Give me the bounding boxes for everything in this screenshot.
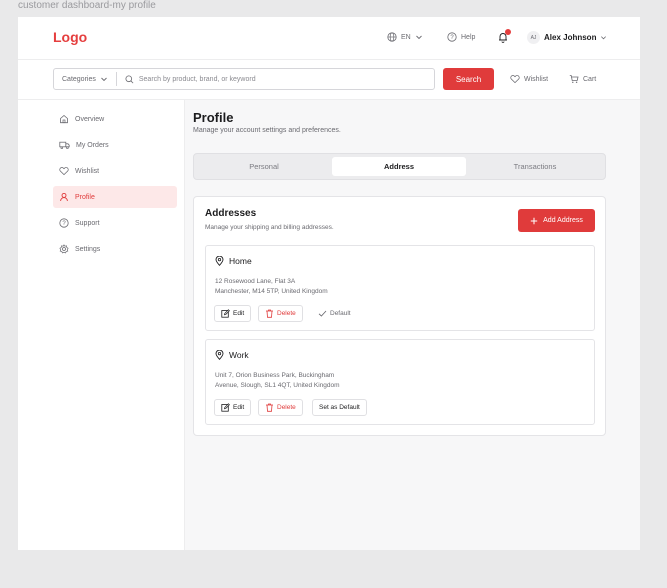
search-button[interactable]: Search xyxy=(443,68,494,90)
sidebar-item-profile[interactable]: Profile xyxy=(53,186,177,208)
address-card-home: Home 12 Rosewood Lane, Flat 3A Mancheste… xyxy=(205,245,595,331)
plus-icon xyxy=(530,217,538,225)
search-icon xyxy=(125,74,134,84)
help-link[interactable]: ? Help xyxy=(447,32,475,42)
address-line-2: Manchester, M14 5TP, United Kingdom xyxy=(215,288,328,295)
main-content: Profile Manage your account settings and… xyxy=(185,100,640,550)
frame-caption: customer dashboard-my profile xyxy=(18,0,156,11)
avatar: AJ xyxy=(527,31,540,44)
help-label: Help xyxy=(461,33,476,41)
sidebar-item-label: Profile xyxy=(75,193,95,201)
logo[interactable]: Logo xyxy=(53,29,87,45)
trash-icon xyxy=(265,309,274,318)
addresses-subtitle: Manage your shipping and billing address… xyxy=(205,224,334,231)
address-line-1: Unit 7, Orion Business Park, Buckingham xyxy=(215,372,335,379)
add-address-button[interactable]: Add Address xyxy=(518,209,595,232)
user-name: Alex Johnson xyxy=(544,33,597,42)
truck-icon xyxy=(59,140,70,150)
trash-icon xyxy=(265,403,274,412)
help-circle-icon: ? xyxy=(447,32,457,42)
sidebar-item-label: Settings xyxy=(75,245,101,253)
globe-icon xyxy=(387,32,397,42)
sidebar-item-overview[interactable]: Overview xyxy=(53,108,177,130)
add-address-label: Add Address xyxy=(543,217,583,224)
svg-text:?: ? xyxy=(450,35,454,41)
categories-label: Categories xyxy=(62,75,96,83)
search-placeholder: Search by product, brand, or keyword xyxy=(138,75,256,83)
cart-label: Cart xyxy=(583,75,597,83)
page-subtitle: Manage your account settings and prefere… xyxy=(193,127,341,134)
heart-icon xyxy=(59,166,69,176)
address-name: Home xyxy=(215,256,252,266)
sidebar-item-settings[interactable]: Settings xyxy=(53,238,177,260)
sidebar-item-wishlist[interactable]: Wishlist xyxy=(53,160,177,182)
heart-icon xyxy=(510,74,520,84)
address-line-2: Avenue, Slough, SL1 4QT, United Kingdom xyxy=(215,382,340,389)
dashboard-frame: Logo EN ? Help AJ Alex Johnson Categorie… xyxy=(18,17,640,550)
default-status: Default xyxy=(312,305,357,322)
delete-button[interactable]: Delete xyxy=(258,305,303,322)
search-bar: Categories Search by product, brand, or … xyxy=(53,68,435,90)
home-icon xyxy=(59,114,69,124)
address-name: Work xyxy=(215,350,249,360)
edit-label: Edit xyxy=(233,404,245,411)
address-card-work: Work Unit 7, Orion Business Park, Buckin… xyxy=(205,339,595,425)
search-row: Categories Search by product, brand, or … xyxy=(18,60,640,100)
page-title: Profile xyxy=(193,110,234,125)
user-icon xyxy=(59,192,69,202)
sidebar-item-label: Support xyxy=(75,219,100,227)
check-icon xyxy=(318,309,327,318)
addresses-title: Addresses xyxy=(205,208,257,219)
edit-button[interactable]: Edit xyxy=(214,399,252,416)
svg-text:?: ? xyxy=(62,221,66,227)
edit-button[interactable]: Edit xyxy=(214,305,252,322)
edit-icon xyxy=(221,403,230,412)
default-label: Default xyxy=(330,310,351,317)
cart-icon xyxy=(569,74,579,84)
address-name-label: Home xyxy=(229,256,252,266)
user-menu[interactable]: AJ Alex Johnson xyxy=(527,31,607,44)
search-input[interactable]: Search by product, brand, or keyword xyxy=(117,74,434,84)
wishlist-link[interactable]: Wishlist xyxy=(510,74,548,84)
address-name-label: Work xyxy=(229,350,249,360)
categories-dropdown[interactable]: Categories xyxy=(54,72,117,86)
sidebar: Overview My Orders Wishlist Profile ? Su… xyxy=(18,100,185,550)
set-default-button[interactable]: Set as Default xyxy=(312,399,367,416)
delete-label: Delete xyxy=(277,404,296,411)
sidebar-item-label: My Orders xyxy=(76,141,109,149)
sidebar-item-label: Overview xyxy=(75,115,105,123)
cart-link[interactable]: Cart xyxy=(569,74,596,84)
tab-transactions[interactable]: Transactions xyxy=(468,157,602,176)
sidebar-item-label: Wishlist xyxy=(75,167,100,175)
location-pin-icon xyxy=(215,350,224,360)
wishlist-label: Wishlist xyxy=(524,75,549,83)
chevron-down-icon xyxy=(600,34,607,41)
help-circle-icon: ? xyxy=(59,218,69,228)
chevron-down-icon xyxy=(415,33,423,41)
delete-label: Delete xyxy=(277,310,296,317)
chevron-down-icon xyxy=(100,75,108,83)
notification-badge xyxy=(505,29,511,35)
location-pin-icon xyxy=(215,256,224,266)
edit-label: Edit xyxy=(233,310,245,317)
tab-personal[interactable]: Personal xyxy=(197,157,331,176)
tab-address[interactable]: Address xyxy=(332,157,466,176)
address-line-1: 12 Rosewood Lane, Flat 3A xyxy=(215,278,296,285)
delete-button[interactable]: Delete xyxy=(258,399,303,416)
language-label: EN xyxy=(401,33,411,41)
edit-icon xyxy=(221,309,230,318)
addresses-card: Addresses Manage your shipping and billi… xyxy=(193,196,606,436)
sidebar-item-support[interactable]: ? Support xyxy=(53,212,177,234)
language-selector[interactable]: EN xyxy=(387,32,423,42)
profile-tabs: Personal Address Transactions xyxy=(193,153,606,180)
gear-icon xyxy=(59,244,69,254)
sidebar-item-my-orders[interactable]: My Orders xyxy=(53,134,177,156)
top-bar: Logo EN ? Help AJ Alex Johnson xyxy=(18,17,640,60)
